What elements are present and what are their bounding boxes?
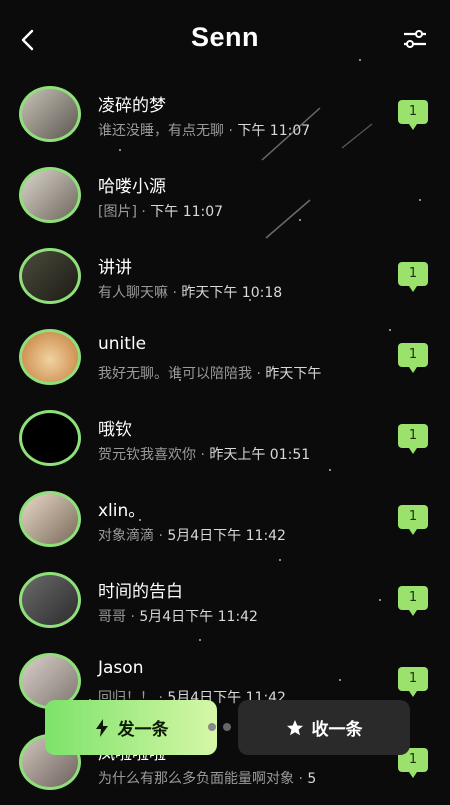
chat-preview: 谁还没睡，有点无聊 — [98, 123, 224, 139]
chat-name: xlin。 — [98, 501, 146, 521]
chat-preview-line: 对象滴滴 · 5月4日下午 11:42 — [98, 528, 286, 544]
top-bar: Senn — [0, 0, 450, 80]
bolt-icon — [95, 718, 108, 737]
chat-preview-line: [图片] · 下午 11:07 — [98, 204, 224, 220]
unread-badge: 1 — [398, 262, 428, 292]
unread-badge: 1 — [398, 667, 428, 697]
chat-name: 哈喽小源 — [98, 177, 166, 197]
send-label: 发一条 — [117, 720, 169, 740]
unread-badge: 1 — [398, 505, 428, 535]
chat-preview: 为什么有那么多负面能量啊对象 — [98, 771, 294, 787]
chat-time: 昨天上午 01:51 — [209, 447, 311, 463]
chat-name: 时间的告白 — [98, 582, 183, 602]
chat-preview: 对象滴滴 — [98, 528, 154, 544]
chat-preview: 哥哥 — [98, 609, 126, 625]
unread-badge: 1 — [398, 343, 428, 373]
avatar — [19, 572, 81, 628]
chat-item[interactable]: 凌碎的梦 谁还没睡，有点无聊 · 下午 11:07 1 — [0, 76, 450, 157]
chat-item[interactable]: 讲讲 有人聊天嘛 · 昨天下午 10:18 1 — [0, 238, 450, 319]
chat-preview: 我好无聊。谁可以陪陪我 — [98, 366, 252, 382]
avatar — [19, 410, 81, 466]
chat-name: 凌碎的梦 — [98, 96, 166, 116]
action-bar: 发一条 收一条 — [0, 700, 450, 755]
chat-time: 昨天下午 — [265, 366, 322, 382]
chat-name: Jason — [98, 658, 144, 678]
unread-badge: 1 — [398, 586, 428, 616]
chat-item[interactable]: 哦钦 贺元钦我喜欢你 · 昨天上午 01:51 1 — [0, 400, 450, 481]
chat-item[interactable]: 时间的告白 哥哥 · 5月4日下午 11:42 1 — [0, 562, 450, 643]
chat-item[interactable]: unitle 我好无聊。谁可以陪陪我 · 昨天下午 1 — [0, 319, 450, 400]
page-title: Senn — [190, 22, 259, 52]
receive-button[interactable]: 收一条 — [238, 700, 410, 755]
receive-label: 收一条 — [311, 720, 363, 740]
unread-badge: 1 — [398, 424, 428, 454]
unread-badge: 1 — [398, 100, 428, 130]
chat-preview: 有人聊天嘛 — [98, 285, 168, 301]
chat-preview-line: 贺元钦我喜欢你 · 昨天上午 01:51 — [98, 447, 311, 463]
avatar — [19, 167, 81, 223]
chat-preview: [图片] — [98, 204, 137, 220]
avatar — [19, 248, 81, 304]
chat-time: 5月4日下午 11:42 — [139, 609, 258, 625]
chat-name: 讲讲 — [98, 258, 132, 278]
chat-preview-line: 谁还没睡，有点无聊 · 下午 11:07 — [98, 123, 311, 139]
chat-time: 昨天下午 10:18 — [181, 285, 283, 301]
avatar — [19, 329, 81, 385]
avatar — [19, 86, 81, 142]
chat-time: 5 — [307, 771, 317, 787]
chat-time: 下午 11:07 — [237, 123, 311, 139]
chat-name: 哦钦 — [98, 420, 132, 440]
chat-preview-line: 为什么有那么多负面能量啊对象 · 5 — [98, 771, 317, 787]
chat-item[interactable]: xlin。 对象滴滴 · 5月4日下午 11:42 1 — [0, 481, 450, 562]
chat-preview-line: 哥哥 · 5月4日下午 11:42 — [98, 609, 258, 625]
chat-list: 凌碎的梦 谁还没睡，有点无聊 · 下午 11:07 1 哈喽小源 [图片] · … — [0, 76, 450, 805]
sliders-icon — [404, 30, 426, 48]
star-icon — [286, 719, 303, 735]
avatar — [19, 491, 81, 547]
chat-item[interactable]: 哈喽小源 [图片] · 下午 11:07 — [0, 157, 450, 238]
chat-preview-line: 有人聊天嘛 · 昨天下午 10:18 — [98, 285, 283, 301]
filter-button[interactable] — [402, 28, 428, 50]
chat-name: unitle — [98, 334, 147, 354]
chat-time: 5月4日下午 11:42 — [167, 528, 286, 544]
chat-preview: 贺元钦我喜欢你 — [98, 447, 196, 463]
chat-preview-line: 我好无聊。谁可以陪陪我 · 昨天下午 — [98, 366, 322, 382]
send-button[interactable]: 发一条 — [45, 700, 217, 755]
chat-time: 下午 11:07 — [150, 204, 224, 220]
